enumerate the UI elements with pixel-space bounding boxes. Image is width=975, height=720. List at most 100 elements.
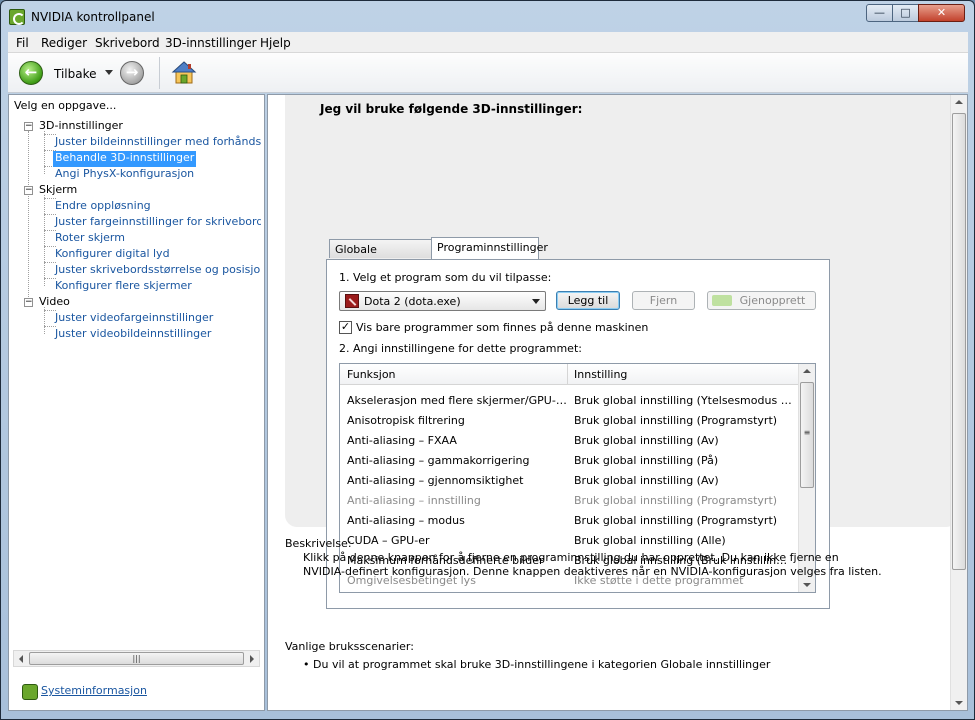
table-row[interactable]: CUDA – GPU-er Bruk global innstilling (A…: [340, 531, 798, 551]
row-function: Anti-aliasing – modus: [347, 514, 465, 527]
table-row[interactable]: Akselerasjon med flere skjermer/GPU-type…: [340, 391, 798, 411]
forward-arrow-icon[interactable]: →: [120, 61, 144, 85]
table-row[interactable]: Anti-aliasing – innstilling Bruk global …: [340, 491, 798, 511]
nvidia-logo-icon: [22, 684, 38, 700]
tree-group-label: 3D-innstillinger: [39, 119, 123, 132]
back-arrow-icon[interactable]: ←: [19, 61, 43, 85]
program-select-value: Dota 2 (dota.exe): [364, 295, 461, 308]
tree-item-rotate-display[interactable]: Roter skjerm: [55, 231, 125, 247]
row-setting: Bruk global innstilling (Programstyrt): [574, 414, 778, 427]
toolbar: ← Tilbake →: [8, 53, 968, 93]
table-row[interactable]: Anti-aliasing – modus Bruk global innsti…: [340, 511, 798, 531]
tree-item-change-resolution[interactable]: Endre oppløsning: [55, 199, 151, 215]
table-row[interactable]: Anti-aliasing – gammakorrigering Bruk gl…: [340, 451, 798, 471]
back-button-label[interactable]: Tilbake: [54, 67, 97, 81]
dota2-icon: [345, 294, 359, 308]
settings-area: Jeg vil bruke følgende 3D-innstillinger:…: [285, 95, 958, 609]
content-panel: Jeg vil bruke følgende 3D-innstillinger:…: [267, 94, 968, 711]
chevron-down-icon[interactable]: [105, 70, 113, 75]
content-vertical-scrollbar[interactable]: [950, 95, 967, 710]
tab-global-settings[interactable]: Globale innstillinger: [329, 239, 432, 275]
table-row[interactable]: Anti-aliasing – FXAA Bruk global innstil…: [340, 431, 798, 451]
row-setting: Bruk global innstilling (Alle): [574, 534, 726, 547]
row-function: Anti-aliasing – gammakorrigering: [347, 454, 530, 467]
tree-item-adjust-image-settings[interactable]: Juster bildeinnstillinger med forhåndsvi…: [55, 135, 261, 151]
list-header: Funksjon Innstilling: [340, 364, 798, 385]
scroll-right-icon[interactable]: [250, 655, 254, 663]
scenario-text: Du vil at programmet skal bruke 3D-innst…: [313, 658, 771, 671]
task-tree-panel: Velg en oppgave... −3D-innstillinger Jus…: [8, 94, 265, 711]
menu-edit[interactable]: Rediger: [41, 36, 87, 50]
app-window: NVIDIA kontrollpanel — □ ✕ Fil Rediger S…: [0, 0, 975, 720]
collapse-icon[interactable]: −: [24, 297, 33, 307]
description-heading: Beskrivelse:: [285, 537, 352, 550]
row-function: Anti-aliasing – FXAA: [347, 434, 457, 447]
row-setting: Bruk global innstilling (Programstyrt): [574, 514, 778, 527]
description-text: Klikk på denne knappen for å fjerne en p…: [303, 551, 882, 578]
tree-item-digital-audio[interactable]: Konfigurer digital lyd: [55, 247, 170, 263]
title-bar[interactable]: NVIDIA kontrollpanel — □ ✕: [1, 1, 974, 33]
row-function: Anti-aliasing – innstilling: [347, 494, 481, 507]
window-title: NVIDIA kontrollpanel: [31, 10, 155, 24]
chevron-down-icon[interactable]: [532, 299, 540, 304]
scroll-up-icon[interactable]: [955, 100, 963, 104]
tree-item-video-image[interactable]: Juster videobildeinnstillinger: [55, 327, 211, 343]
remove-button[interactable]: Fjern: [632, 291, 695, 310]
scroll-up-icon[interactable]: [803, 369, 811, 373]
filter-checkbox[interactable]: ✓: [339, 321, 352, 334]
tree-group-3d-settings[interactable]: −3D-innstillinger: [24, 119, 123, 135]
menu-3d-settings[interactable]: 3D-innstillinger: [165, 36, 257, 50]
tree-horizontal-scrollbar[interactable]: |||: [13, 650, 260, 667]
tree-group-label: Video: [39, 295, 70, 308]
scroll-down-icon[interactable]: [955, 701, 963, 705]
collapse-icon[interactable]: −: [24, 185, 33, 195]
step1-label: 1. Velg et program som du vil tilpasse:: [339, 271, 552, 284]
tree-item-multiple-displays[interactable]: Konfigurer flere skjermer: [55, 279, 192, 295]
scenario-item: • Du vil at programmet skal bruke 3D-inn…: [303, 658, 771, 671]
add-button[interactable]: Legg til: [556, 291, 620, 310]
maximize-button[interactable]: □: [892, 4, 919, 22]
row-setting: Bruk global innstilling (Av): [574, 434, 719, 447]
task-heading: Velg en oppgave...: [14, 99, 117, 112]
row-setting: Bruk global innstilling (På): [574, 454, 719, 467]
tree-group-display[interactable]: − Skjerm: [24, 183, 77, 199]
row-function: Anti-aliasing – gjennomsiktighet: [347, 474, 524, 487]
tree-connector: [28, 131, 29, 307]
nvidia-restore-icon: [712, 295, 732, 306]
menu-desktop[interactable]: Skrivebord: [95, 36, 160, 50]
tree-item-manage-3d-settings[interactable]: Behandle 3D-innstillinger: [53, 151, 197, 167]
tree-item-physx-configuration[interactable]: Angi PhysX-konfigurasjon: [55, 167, 194, 183]
program-select[interactable]: Dota 2 (dota.exe): [339, 291, 546, 311]
table-row[interactable]: Anisotropisk filtrering Bruk global inns…: [340, 411, 798, 431]
system-info-link[interactable]: Systeminformasjon: [41, 684, 147, 697]
scrollbar-thumb[interactable]: ≡: [800, 382, 814, 488]
scroll-down-icon[interactable]: [803, 583, 811, 587]
toolbar-separator: [159, 57, 160, 89]
column-header-setting[interactable]: Innstilling: [574, 368, 627, 381]
scrollbar-thumb[interactable]: [952, 113, 966, 570]
scrollbar-thumb[interactable]: |||: [29, 652, 244, 665]
restore-button-label: Gjenopprett: [739, 294, 806, 307]
restore-button[interactable]: Gjenopprett: [707, 291, 816, 310]
nvidia-logo-icon: [9, 9, 25, 25]
home-icon[interactable]: [171, 60, 197, 86]
scroll-left-icon[interactable]: [19, 655, 23, 663]
tree-group-video[interactable]: − Video: [24, 295, 70, 311]
tab-program-settings[interactable]: Programinnstillinger: [431, 237, 548, 259]
row-setting: Bruk global innstilling (Programstyrt): [574, 494, 778, 507]
tree-item-desktop-color[interactable]: Juster fargeinnstillinger for skrivebord…: [55, 215, 261, 231]
close-button[interactable]: ✕: [918, 4, 965, 22]
filter-checkbox-label[interactable]: Vis bare programmer som finnes på denne …: [356, 321, 648, 334]
menu-file[interactable]: Fil: [16, 36, 29, 50]
column-divider[interactable]: [567, 364, 568, 385]
tree-item-desktop-size-position[interactable]: Juster skrivebordsstørrelse og posisjon: [55, 263, 261, 279]
tree-connector: [44, 307, 45, 334]
tree-group-label: Skjerm: [39, 183, 78, 196]
table-row[interactable]: Anti-aliasing – gjennomsiktighet Bruk gl…: [340, 471, 798, 491]
task-tree: −3D-innstillinger Juster bildeinnstillin…: [14, 119, 261, 655]
tree-item-video-color[interactable]: Juster videofargeinnstillinger: [55, 311, 213, 327]
menu-help[interactable]: Hjelp: [260, 36, 291, 50]
collapse-icon[interactable]: −: [24, 121, 33, 131]
column-header-function[interactable]: Funksjon: [347, 368, 396, 381]
minimize-button[interactable]: —: [866, 4, 893, 22]
